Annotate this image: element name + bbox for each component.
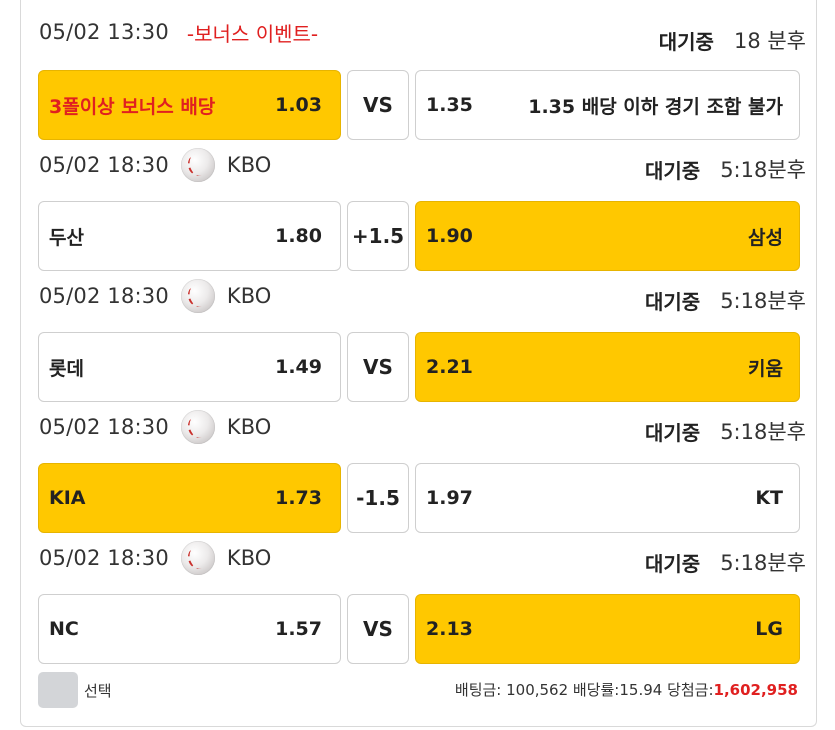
- game-status: 대기중 5:18분후: [645, 417, 806, 445]
- game-status: 대기중 5:18분후: [645, 155, 806, 183]
- bet-slip-card: 05/02 13:30 -보너스 이벤트- 대기중 18 분후 3폴이상 보너스…: [20, 0, 817, 727]
- league-name: KBO: [226, 153, 272, 177]
- home-odds: 1.73: [275, 487, 322, 509]
- away-team-name: 삼성: [748, 226, 783, 249]
- home-team-name: NC: [49, 618, 79, 640]
- game-status: 대기중 5:18분후: [645, 286, 806, 314]
- away-odds: 1.35: [426, 94, 473, 116]
- time-remaining: 5:18분후: [720, 289, 806, 313]
- status-label: 대기중: [644, 289, 701, 314]
- away-odds: 1.97: [426, 487, 473, 509]
- mid-label: +1.5: [351, 224, 405, 248]
- away-odds: 1.90: [426, 225, 473, 247]
- home-bet-option[interactable]: NC 1.57: [38, 594, 341, 664]
- away-team-name: KT: [755, 487, 783, 509]
- home-odds: 1.57: [275, 618, 322, 640]
- baseball-icon: [180, 541, 215, 575]
- game-header: 05/02 18:30 KBO: [39, 148, 272, 182]
- game-row: 05/02 13:30 -보너스 이벤트- 대기중 18 분후 3폴이상 보너스…: [21, 0, 816, 140]
- away-bet-option[interactable]: 2.21 키움: [415, 332, 800, 402]
- away-odds: 2.21: [426, 356, 473, 378]
- select-label: 선택: [84, 682, 112, 700]
- status-label: 대기중: [644, 420, 701, 445]
- home-odds: 1.49: [275, 356, 322, 378]
- draw-handicap-option[interactable]: +1.5: [347, 201, 409, 271]
- draw-handicap-option[interactable]: VS: [347, 332, 409, 402]
- away-team-name: 키움: [748, 357, 783, 380]
- away-team-name: LG: [755, 618, 783, 640]
- home-team-name: 3폴이상 보너스 배당: [49, 95, 216, 118]
- home-bet-option[interactable]: 두산 1.80: [38, 201, 341, 271]
- draw-handicap-option[interactable]: VS: [347, 70, 409, 140]
- game-header: 05/02 18:30 KBO: [39, 279, 272, 313]
- away-bet-option[interactable]: 1.90 삼성: [415, 201, 800, 271]
- time-remaining: 5:18분후: [720, 158, 806, 182]
- mid-label: VS: [363, 617, 393, 641]
- home-team-name: 두산: [49, 226, 84, 249]
- game-row: 05/02 18:30 KBO 대기중 5:18분후 NC 1.57 VS 2.…: [21, 524, 816, 664]
- game-datetime: 05/02 13:30: [39, 20, 169, 44]
- baseball-icon: [180, 410, 215, 444]
- game-datetime: 05/02 18:30: [39, 284, 169, 308]
- status-label: 대기중: [644, 158, 701, 183]
- select-checkbox[interactable]: [38, 672, 78, 708]
- game-row: 05/02 18:30 KBO 대기중 5:18분후 롯데 1.49 VS 2.…: [21, 262, 816, 402]
- home-team-name: KIA: [49, 487, 86, 509]
- game-row: 05/02 18:30 KBO 대기중 5:18분후 두산 1.80 +1.5 …: [21, 131, 816, 271]
- game-datetime: 05/02 18:30: [39, 415, 169, 439]
- baseball-icon: [180, 279, 215, 313]
- game-header: 05/02 18:30 KBO: [39, 410, 272, 444]
- game-row: 05/02 18:30 KBO 대기중 5:18분후 KIA 1.73 -1.5…: [21, 393, 816, 533]
- mid-label: VS: [363, 355, 393, 379]
- game-status: 대기중 5:18분후: [645, 548, 806, 576]
- away-bet-option[interactable]: 1.35 1.35 배당 이하 경기 조합 불가: [415, 70, 800, 140]
- bet-slip-footer: 선택 배팅금: 100,562 배당률:15.94 당첨금:1,602,958: [21, 670, 816, 710]
- game-datetime: 05/02 18:30: [39, 153, 169, 177]
- game-datetime: 05/02 18:30: [39, 546, 169, 570]
- away-odds: 2.13: [426, 618, 473, 640]
- home-odds: 1.80: [275, 225, 322, 247]
- game-status: 대기중 18 분후: [659, 26, 806, 54]
- away-team-name: 1.35 배당 이하 경기 조합 불가: [528, 95, 783, 118]
- league-name: KBO: [226, 415, 272, 439]
- draw-handicap-option[interactable]: VS: [347, 594, 409, 664]
- home-odds: 1.03: [275, 94, 322, 116]
- bonus-event-label: -보너스 이벤트-: [186, 21, 319, 46]
- draw-handicap-option[interactable]: -1.5: [347, 463, 409, 533]
- league-name: KBO: [226, 284, 272, 308]
- bet-summary-text: 배팅금: 100,562 배당률:15.94 당첨금:: [454, 681, 714, 699]
- home-bet-option[interactable]: 3폴이상 보너스 배당 1.03: [38, 70, 341, 140]
- mid-label: -1.5: [356, 486, 400, 510]
- game-header: 05/02 13:30 -보너스 이벤트-: [39, 18, 318, 46]
- status-label: 대기중: [644, 551, 701, 576]
- time-remaining: 5:18분후: [720, 551, 806, 575]
- home-bet-option[interactable]: KIA 1.73: [38, 463, 341, 533]
- time-remaining: 5:18분후: [720, 420, 806, 444]
- baseball-icon: [180, 148, 215, 182]
- league-name: KBO: [226, 546, 272, 570]
- away-bet-option[interactable]: 1.97 KT: [415, 463, 800, 533]
- mid-label: VS: [363, 93, 393, 117]
- home-bet-option[interactable]: 롯데 1.49: [38, 332, 341, 402]
- status-label: 대기중: [658, 29, 714, 54]
- home-team-name: 롯데: [49, 357, 84, 380]
- game-header: 05/02 18:30 KBO: [39, 541, 272, 575]
- win-amount: 1,602,958: [713, 681, 798, 699]
- bet-summary: 배팅금: 100,562 배당률:15.94 당첨금:1,602,958: [455, 679, 798, 700]
- away-bet-option[interactable]: 2.13 LG: [415, 594, 800, 664]
- time-remaining: 18 분후: [733, 29, 806, 53]
